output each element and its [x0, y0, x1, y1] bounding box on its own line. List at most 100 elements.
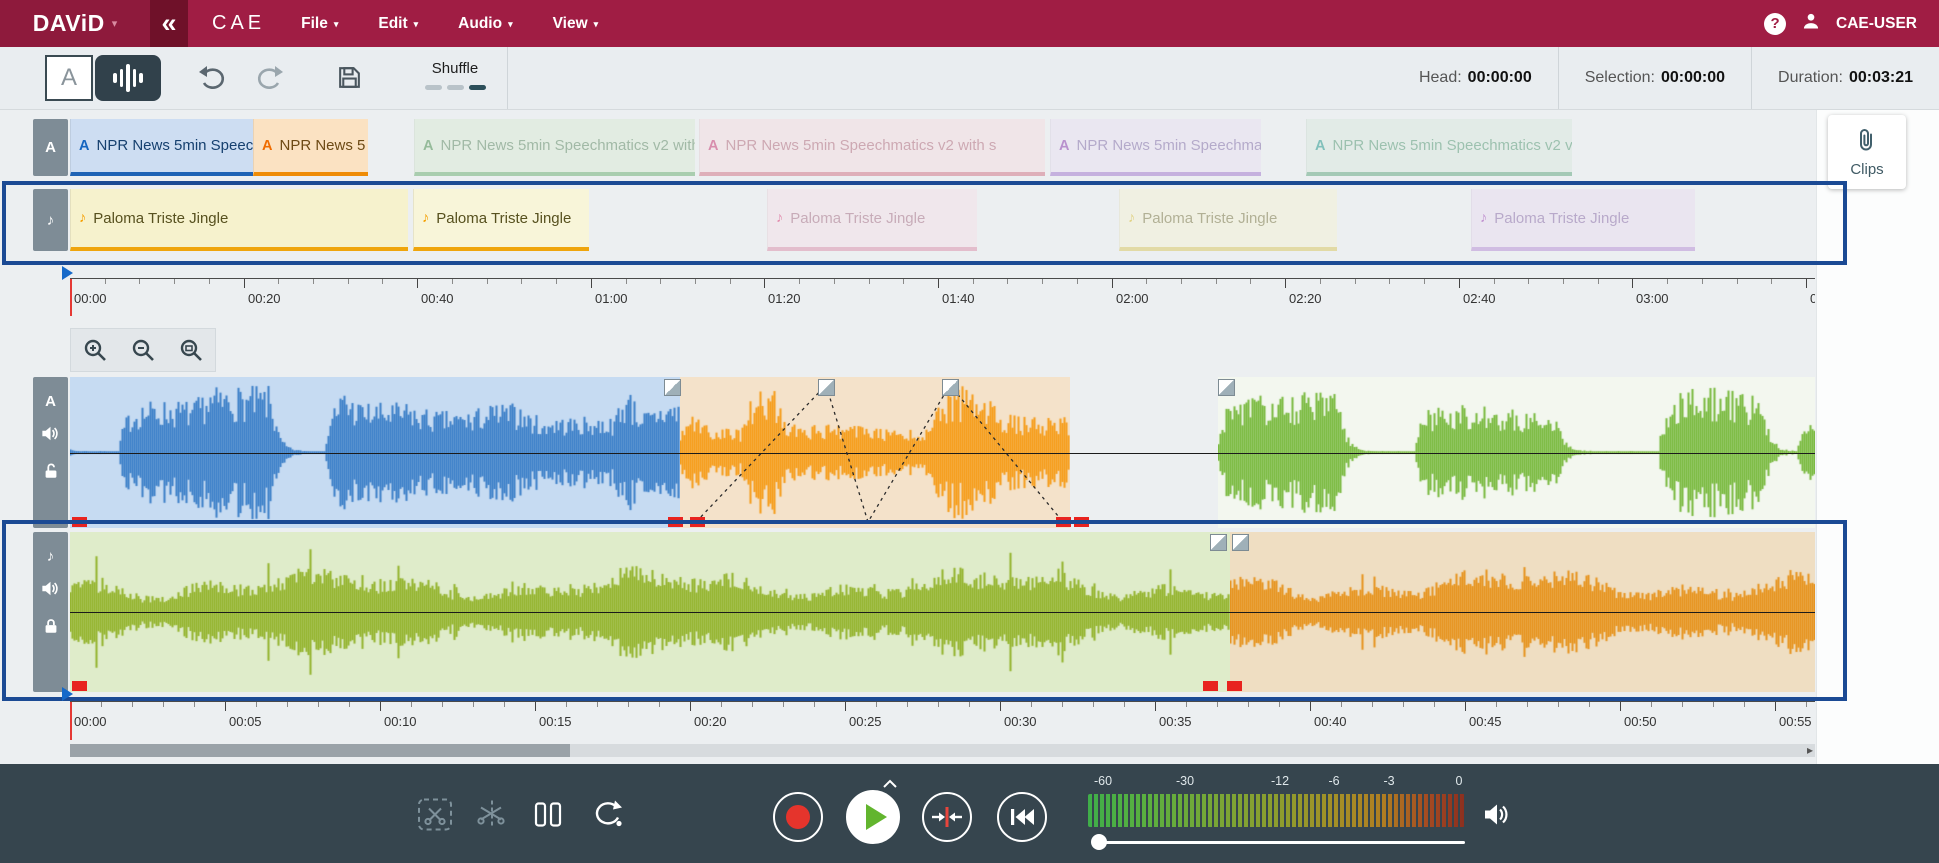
- playhead-line[interactable]: [70, 279, 72, 316]
- text-mode-button[interactable]: A: [45, 55, 93, 101]
- meter-tick-label: -60: [1094, 774, 1112, 788]
- overview-speech-clip[interactable]: ANPR News 5min Speechmatics v2 with: [414, 119, 695, 176]
- edit-marker[interactable]: [668, 517, 683, 527]
- zoom-selection-button[interactable]: [167, 329, 215, 371]
- shuffle-mode[interactable]: Shuffle: [415, 60, 495, 90]
- meter-tick-label: 0: [1456, 774, 1463, 788]
- lock-icon[interactable]: [42, 617, 60, 640]
- edit-marker[interactable]: [72, 517, 87, 527]
- overview-music-clip[interactable]: ♪Paloma Triste Jingle: [1471, 189, 1695, 251]
- playhead-line[interactable]: [70, 702, 72, 740]
- clips-panel-button[interactable]: Clips: [1828, 115, 1906, 189]
- save-icon[interactable]: [336, 64, 363, 96]
- scrollbar-thumb[interactable]: [70, 744, 570, 757]
- clip-label: NPR News 5: [279, 137, 365, 154]
- edit-marker[interactable]: [1074, 517, 1089, 527]
- editor-track-music[interactable]: [70, 532, 1815, 692]
- redo-icon[interactable]: [256, 64, 284, 96]
- ruler-tick: [163, 702, 164, 707]
- ruler-tick: [417, 279, 418, 288]
- razor-selection-icon[interactable]: [417, 798, 453, 837]
- speech-clip-icon: A: [79, 138, 89, 154]
- undo-icon[interactable]: [198, 64, 226, 96]
- workspace: A ♪ ANPR News 5min SpeechANPR News 5ANPR…: [0, 109, 1939, 764]
- edit-marker[interactable]: [1056, 517, 1071, 527]
- ruler-tick: [1389, 279, 1390, 284]
- volume-slider-knob[interactable]: [1091, 834, 1107, 850]
- ruler-tick: [349, 702, 350, 707]
- ruler-label: 00:00: [74, 291, 107, 306]
- ruler-tick: [1146, 279, 1147, 284]
- fade-handle[interactable]: [1218, 379, 1235, 396]
- speaker-icon[interactable]: [40, 579, 61, 603]
- unlock-icon[interactable]: [42, 462, 60, 485]
- fade-handle[interactable]: [664, 379, 681, 396]
- edit-marker[interactable]: [1203, 681, 1218, 691]
- edit-marker[interactable]: [72, 681, 87, 691]
- fade-handle[interactable]: [818, 379, 835, 396]
- clips-button-label: Clips: [1850, 161, 1883, 178]
- split-view-icon[interactable]: [531, 800, 565, 835]
- playhead-marker[interactable]: [62, 266, 73, 280]
- ruler-label: 00:35: [1159, 714, 1192, 729]
- ruler-tick: [764, 279, 765, 288]
- ruler-tick: [1250, 279, 1251, 284]
- overview-music-clip[interactable]: ♪Paloma Triste Jingle: [413, 189, 589, 251]
- overview-music-clip[interactable]: ♪Paloma Triste Jingle: [1119, 189, 1337, 251]
- edit-marker[interactable]: [690, 517, 705, 527]
- menu-audio[interactable]: Audio▾: [458, 15, 512, 33]
- play-button[interactable]: [846, 790, 900, 844]
- scroll-right-arrow[interactable]: ▸: [1807, 743, 1813, 757]
- ruler-tick: [1248, 702, 1249, 707]
- edit-marker[interactable]: [1227, 681, 1242, 691]
- menu-label: Edit: [378, 15, 407, 33]
- overview-music-clip[interactable]: ♪Paloma Triste Jingle: [70, 189, 408, 251]
- overview-music-rail[interactable]: ♪: [33, 189, 68, 251]
- horizontal-scrollbar[interactable]: ▸: [70, 744, 1815, 757]
- speech-clip-icon: A: [1059, 138, 1069, 154]
- menu-file[interactable]: File▾: [301, 15, 338, 33]
- fade-handle[interactable]: [942, 379, 959, 396]
- record-button[interactable]: [773, 792, 823, 842]
- editor-track-speech[interactable]: [70, 377, 1815, 528]
- overview-speech-clip[interactable]: ANPR News 5min Speechmatics v2 with s: [699, 119, 1045, 176]
- ruler-tick: [411, 702, 412, 707]
- revert-icon[interactable]: [588, 799, 624, 836]
- back-button[interactable]: «: [150, 0, 188, 47]
- playhead-marker[interactable]: [62, 687, 73, 701]
- speaker-icon[interactable]: [1482, 801, 1512, 834]
- ruler-tick: [1403, 702, 1404, 707]
- clip-label: NPR News 5min Speechmatics v2 with: [440, 137, 695, 154]
- help-icon[interactable]: ?: [1764, 13, 1786, 35]
- play-options-caret-icon[interactable]: [882, 776, 898, 794]
- overview-speech-clip[interactable]: ANPR News 5min Speechmatics v2 v: [1306, 119, 1572, 176]
- user-name[interactable]: CAE-USER: [1836, 15, 1917, 33]
- zoom-in-button[interactable]: [71, 329, 119, 371]
- menu-edit[interactable]: Edit▾: [378, 15, 418, 33]
- goto-head-button[interactable]: [922, 792, 972, 842]
- overview-ruler[interactable]: 00:0000:2000:4001:0001:2001:4002:0002:20…: [70, 278, 1815, 316]
- app-logo[interactable]: DAViD ▾: [0, 0, 150, 47]
- speaker-icon[interactable]: [40, 424, 61, 448]
- overview-speech-rail[interactable]: A: [33, 119, 68, 176]
- zoom-out-button[interactable]: [119, 329, 167, 371]
- volume-slider[interactable]: [1094, 841, 1465, 844]
- music-note-icon: ♪: [1480, 210, 1487, 226]
- fade-handle[interactable]: [1232, 534, 1249, 551]
- ruler-tick: [1563, 279, 1564, 284]
- fade-handle[interactable]: [1210, 534, 1227, 551]
- skip-to-start-button[interactable]: [997, 792, 1047, 842]
- overview-speech-clip[interactable]: ANPR News 5min Speech: [70, 119, 253, 176]
- overview-music-clip[interactable]: ♪Paloma Triste Jingle: [767, 189, 977, 251]
- chevron-down-icon: ▾: [112, 17, 118, 30]
- overview-speech-clip[interactable]: ANPR News 5: [253, 119, 368, 176]
- menu-view[interactable]: View▾: [553, 15, 599, 33]
- razor-cut-icon[interactable]: [475, 798, 509, 837]
- editor-ruler[interactable]: 00:0000:0500:1000:1500:2000:2500:3000:35…: [70, 701, 1815, 740]
- ruler-tick: [591, 279, 592, 288]
- waveform-mode-button[interactable]: [95, 55, 161, 101]
- overview-speech-clip[interactable]: ANPR News 5min Speechma: [1050, 119, 1261, 176]
- ruler-tick: [834, 279, 835, 284]
- ruler-tick: [194, 702, 195, 707]
- ruler-tick: [1806, 702, 1807, 707]
